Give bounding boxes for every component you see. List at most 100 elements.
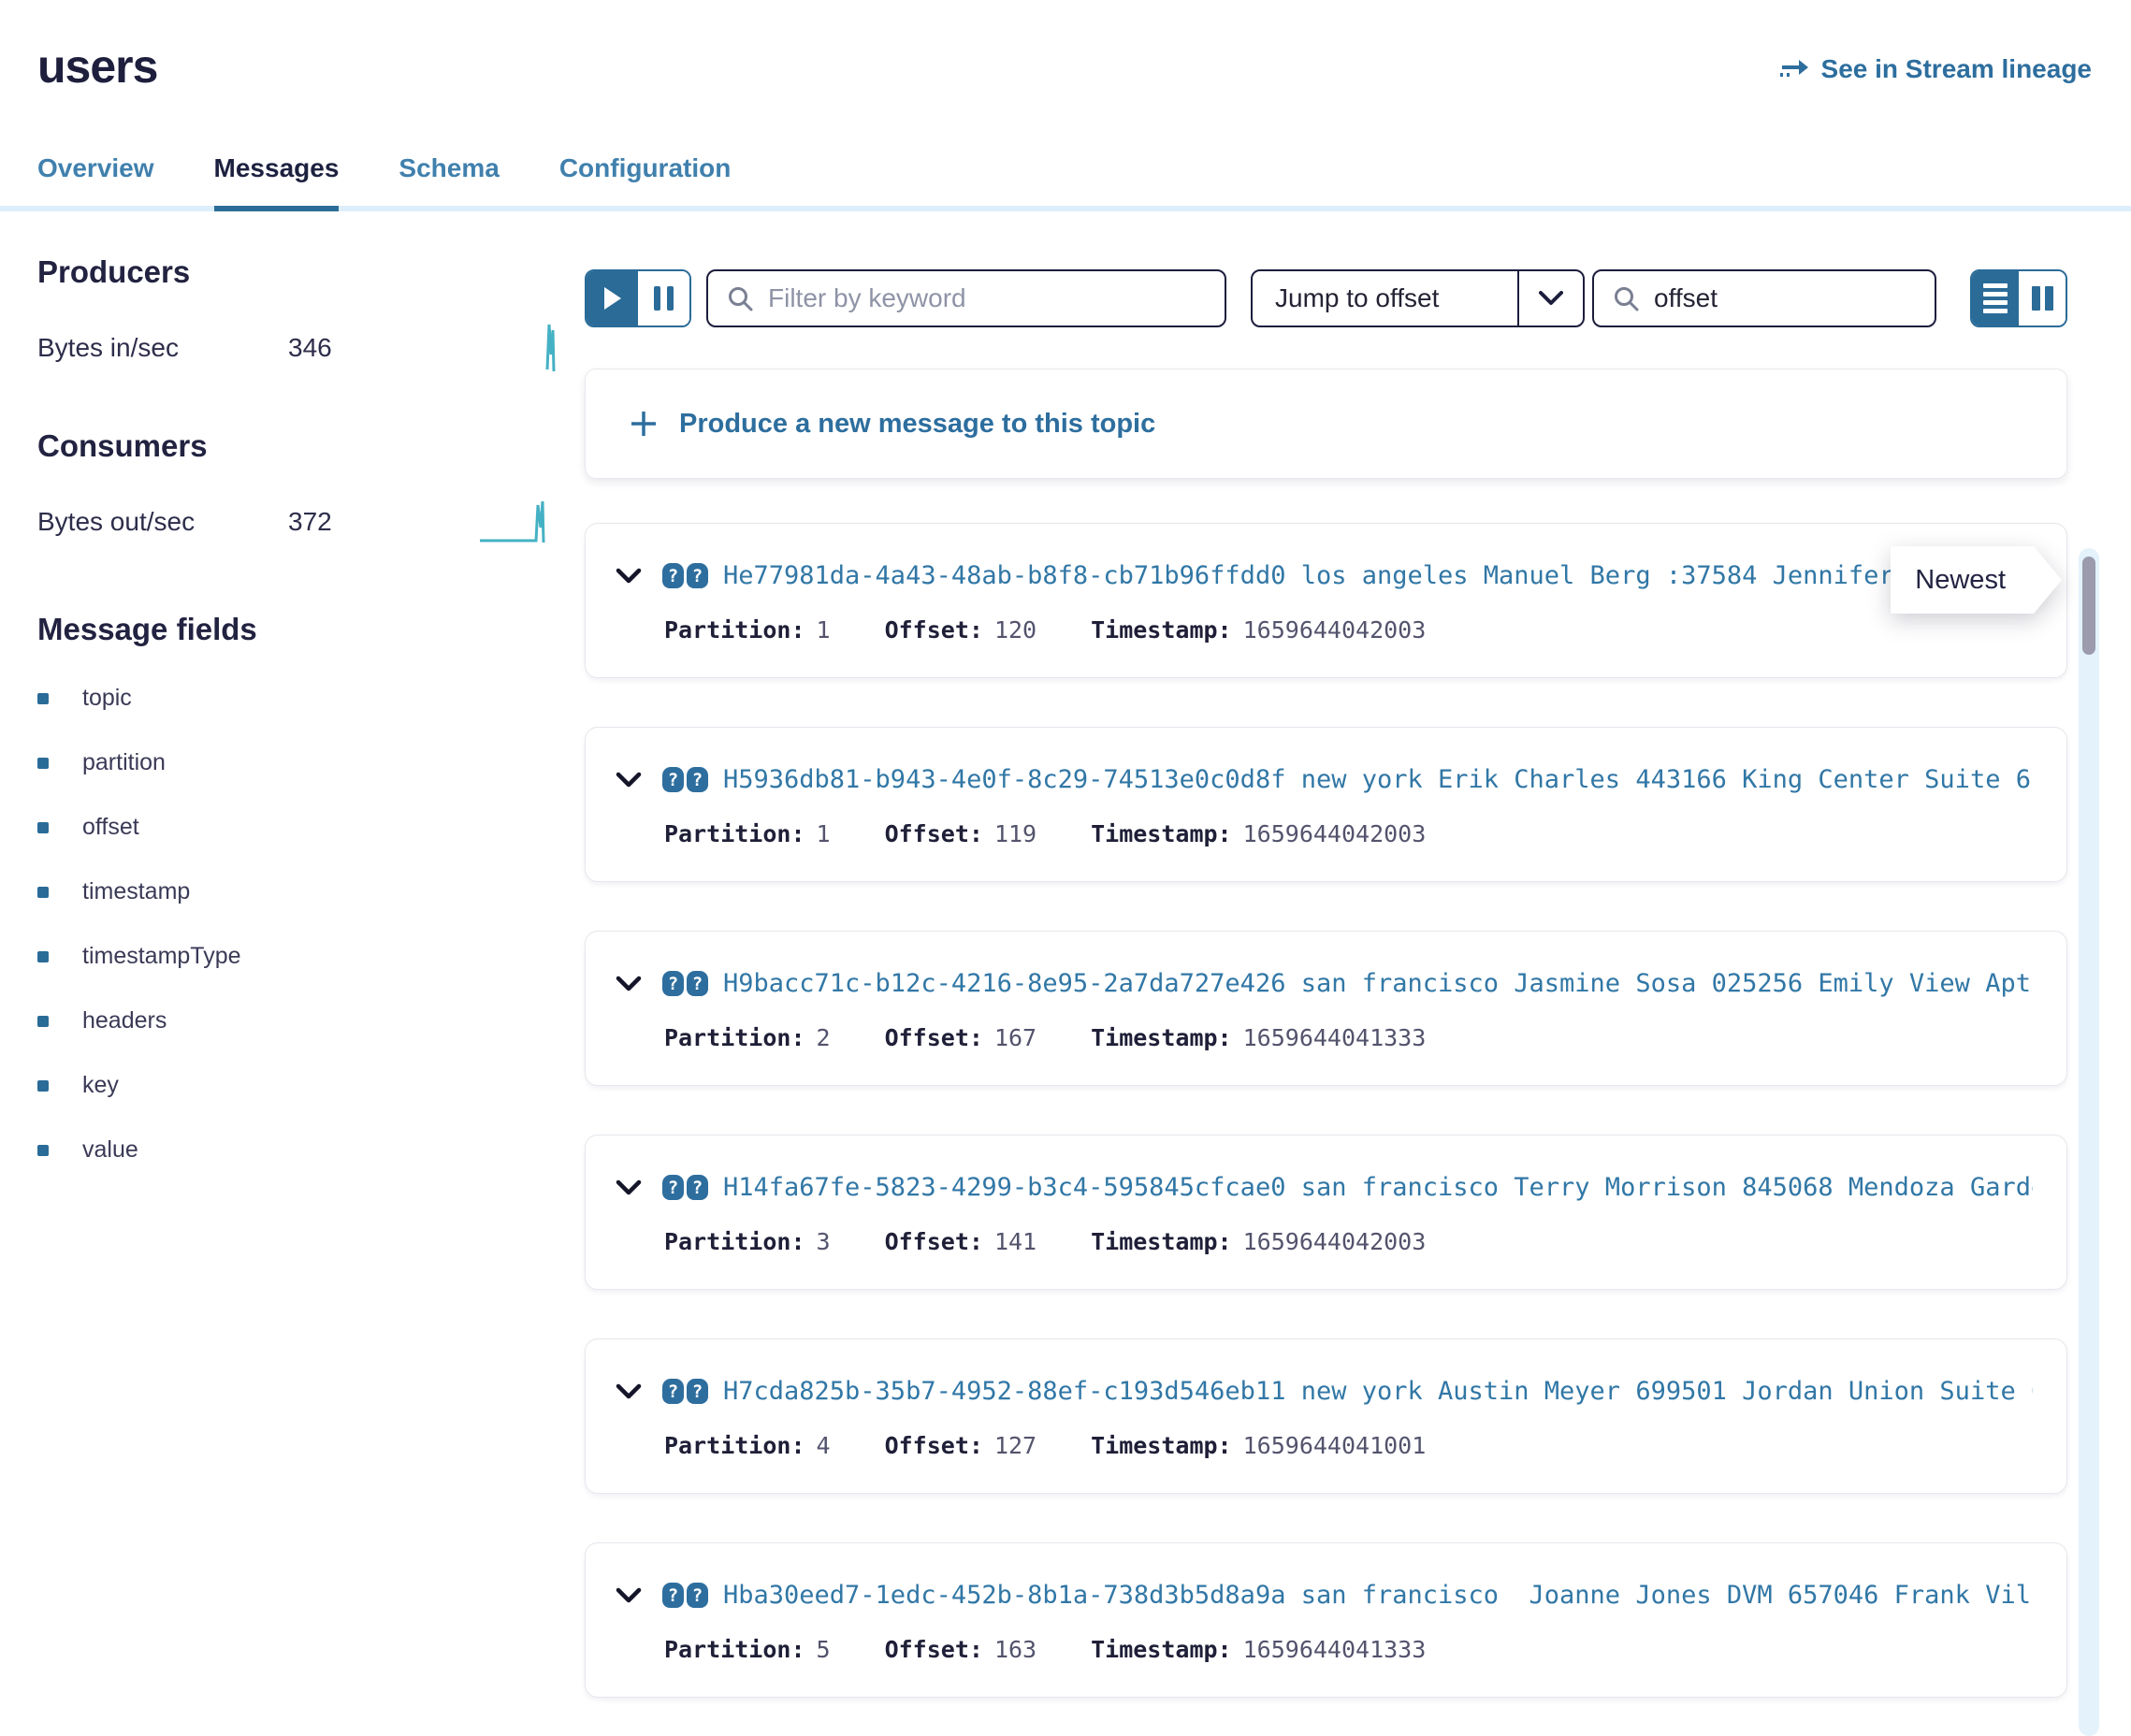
bytes-out-value: 372 xyxy=(288,507,332,537)
jump-to-offset-select[interactable]: Jump to offset xyxy=(1251,269,1585,327)
message-field-item: value xyxy=(37,1136,585,1164)
newest-tooltip: Newest xyxy=(1891,546,2034,614)
bytes-in-metric: Bytes in/sec 346 xyxy=(37,318,585,378)
partition-field: Partition: 1 xyxy=(664,616,831,644)
expand-chevron-icon[interactable] xyxy=(616,976,642,992)
string-type-icon: ? ? xyxy=(662,563,708,588)
offset-search-input[interactable] xyxy=(1654,283,1916,313)
offset-field: Offset: 119 xyxy=(885,820,1037,847)
message-preview-text: He77981da-4a43-48ab-b8f8-cb71b96ffdd0 lo… xyxy=(723,561,2016,590)
expand-chevron-icon[interactable] xyxy=(616,1383,642,1400)
message-row[interactable]: ? ? H14fa67fe-5823-4299-b3c4-595845cfcae… xyxy=(585,1135,2067,1290)
timestamp-field: Timestamp: 1659644041001 xyxy=(1091,1432,1426,1459)
message-row-header: ? ? H14fa67fe-5823-4299-b3c4-595845cfcae… xyxy=(616,1173,2033,1202)
message-field-item: timestamp xyxy=(37,878,585,905)
content: Producers Bytes in/sec 346 Consumers Byt… xyxy=(0,254,2131,1736)
field-bullet-icon xyxy=(37,1145,49,1156)
message-row[interactable]: ? ? He77981da-4a43-48ab-b8f8-cb71b96ffdd… xyxy=(585,523,2067,678)
tab-schema[interactable]: Schema xyxy=(399,153,499,211)
message-row-header: ? ? H9bacc71c-b12c-4216-8e95-2a7da727e42… xyxy=(616,969,2033,998)
message-metadata: Partition: 2 Offset: 167 Timestamp: 1659… xyxy=(616,1024,2033,1051)
expand-chevron-icon[interactable] xyxy=(616,1179,642,1196)
producers-heading: Producers xyxy=(37,254,585,290)
page-header: users See in Stream lineage xyxy=(0,0,2131,94)
tab-messages[interactable]: Messages xyxy=(214,153,340,211)
string-type-icon: ? ? xyxy=(662,971,708,996)
message-field-item: offset xyxy=(37,814,585,841)
message-list-scrollbar[interactable] xyxy=(2079,548,2099,1736)
search-icon xyxy=(727,285,753,311)
column-view-button[interactable] xyxy=(2019,271,2066,326)
lineage-arrow-icon xyxy=(1778,56,1810,82)
partition-field: Partition: 2 xyxy=(664,1024,831,1051)
partition-field: Partition: 3 xyxy=(664,1228,831,1255)
plus-icon xyxy=(629,409,659,439)
scrollbar-thumb[interactable] xyxy=(2082,557,2095,655)
message-row-header: ? ? He77981da-4a43-48ab-b8f8-cb71b96ffdd… xyxy=(616,561,2033,590)
message-row-header: ? ? H7cda825b-35b7-4952-88ef-c193d546eb1… xyxy=(616,1377,2033,1406)
string-type-icon: ? ? xyxy=(662,1175,708,1200)
column-view-icon xyxy=(2032,286,2053,311)
search-icon xyxy=(1613,285,1639,311)
list-view-button[interactable] xyxy=(1972,271,2019,326)
consumers-heading: Consumers xyxy=(37,428,585,464)
message-metadata: Partition: 5 Offset: 163 Timestamp: 1659… xyxy=(616,1636,2033,1663)
field-bullet-icon xyxy=(37,822,49,833)
message-metadata: Partition: 1 Offset: 120 Timestamp: 1659… xyxy=(616,616,2033,644)
message-field-item: timestampType xyxy=(37,943,585,970)
play-button[interactable] xyxy=(587,271,638,326)
topic-messages-page: users See in Stream lineage Overview Mes… xyxy=(0,0,2131,1736)
message-row[interactable]: ? ? H5936db81-b943-4e0f-8c29-74513e0c0d8… xyxy=(585,727,2067,882)
message-metadata: Partition: 1 Offset: 119 Timestamp: 1659… xyxy=(616,820,2033,847)
string-type-icon: ? ? xyxy=(662,767,708,792)
bytes-out-sparkline xyxy=(480,498,564,546)
message-field-item: headers xyxy=(37,1007,585,1034)
offset-field: Offset: 163 xyxy=(885,1636,1037,1663)
see-in-stream-lineage-link[interactable]: See in Stream lineage xyxy=(1778,54,2092,84)
bytes-out-metric: Bytes out/sec 372 xyxy=(37,492,585,552)
message-preview-text: Hba30eed7-1edc-452b-8b1a-738d3b5d8a9a sa… xyxy=(723,1581,2033,1610)
play-pause-toggle xyxy=(585,269,691,327)
message-row-header: ? ? H5936db81-b943-4e0f-8c29-74513e0c0d8… xyxy=(616,765,2033,794)
expand-chevron-icon[interactable] xyxy=(616,772,642,788)
bytes-in-value: 346 xyxy=(288,333,332,363)
timestamp-field: Timestamp: 1659644041333 xyxy=(1091,1024,1426,1051)
offset-field: Offset: 127 xyxy=(885,1432,1037,1459)
bytes-out-label: Bytes out/sec xyxy=(37,507,288,537)
produce-message-button[interactable]: Produce a new message to this topic xyxy=(585,369,2067,479)
message-row[interactable]: ? ? H9bacc71c-b12c-4216-8e95-2a7da727e42… xyxy=(585,931,2067,1086)
message-row-header: ? ? Hba30eed7-1edc-452b-8b1a-738d3b5d8a9… xyxy=(616,1581,2033,1610)
offset-search-wrapper xyxy=(1592,269,1936,327)
field-bullet-icon xyxy=(37,951,49,962)
message-list: ? ? He77981da-4a43-48ab-b8f8-cb71b96ffdd… xyxy=(585,523,2067,1698)
message-fields-list: topic partition offset timestamp timesta… xyxy=(37,685,585,1164)
string-type-icon: ? ? xyxy=(662,1379,708,1404)
expand-chevron-icon[interactable] xyxy=(616,568,642,585)
field-bullet-icon xyxy=(37,693,49,704)
sidebar: Producers Bytes in/sec 346 Consumers Byt… xyxy=(37,254,585,1736)
offset-field: Offset: 141 xyxy=(885,1228,1037,1255)
field-bullet-icon xyxy=(37,1016,49,1027)
expand-chevron-icon[interactable] xyxy=(616,1587,642,1604)
timestamp-field: Timestamp: 1659644042003 xyxy=(1091,820,1426,847)
message-row[interactable]: ? ? H7cda825b-35b7-4952-88ef-c193d546eb1… xyxy=(585,1338,2067,1494)
offset-field: Offset: 120 xyxy=(885,616,1037,644)
view-mode-toggle xyxy=(1970,269,2067,327)
field-bullet-icon xyxy=(37,887,49,898)
partition-field: Partition: 4 xyxy=(664,1432,831,1459)
filter-keyword-input[interactable] xyxy=(768,283,1206,313)
message-fields-heading: Message fields xyxy=(37,612,585,647)
message-row[interactable]: ? ? Hba30eed7-1edc-452b-8b1a-738d3b5d8a9… xyxy=(585,1542,2067,1698)
pause-button[interactable] xyxy=(638,271,689,326)
bytes-in-label: Bytes in/sec xyxy=(37,333,288,363)
message-preview-text: H9bacc71c-b12c-4216-8e95-2a7da727e426 sa… xyxy=(723,969,2033,998)
message-field-item: topic xyxy=(37,685,585,712)
tab-configuration[interactable]: Configuration xyxy=(559,153,732,211)
toolbar: Jump to offset xyxy=(585,269,2067,327)
field-bullet-icon xyxy=(37,1080,49,1092)
produce-message-label: Produce a new message to this topic xyxy=(679,409,1155,440)
tab-overview[interactable]: Overview xyxy=(37,153,154,211)
message-field-item: partition xyxy=(37,749,585,776)
field-bullet-icon xyxy=(37,758,49,769)
list-view-icon xyxy=(1983,283,2008,313)
